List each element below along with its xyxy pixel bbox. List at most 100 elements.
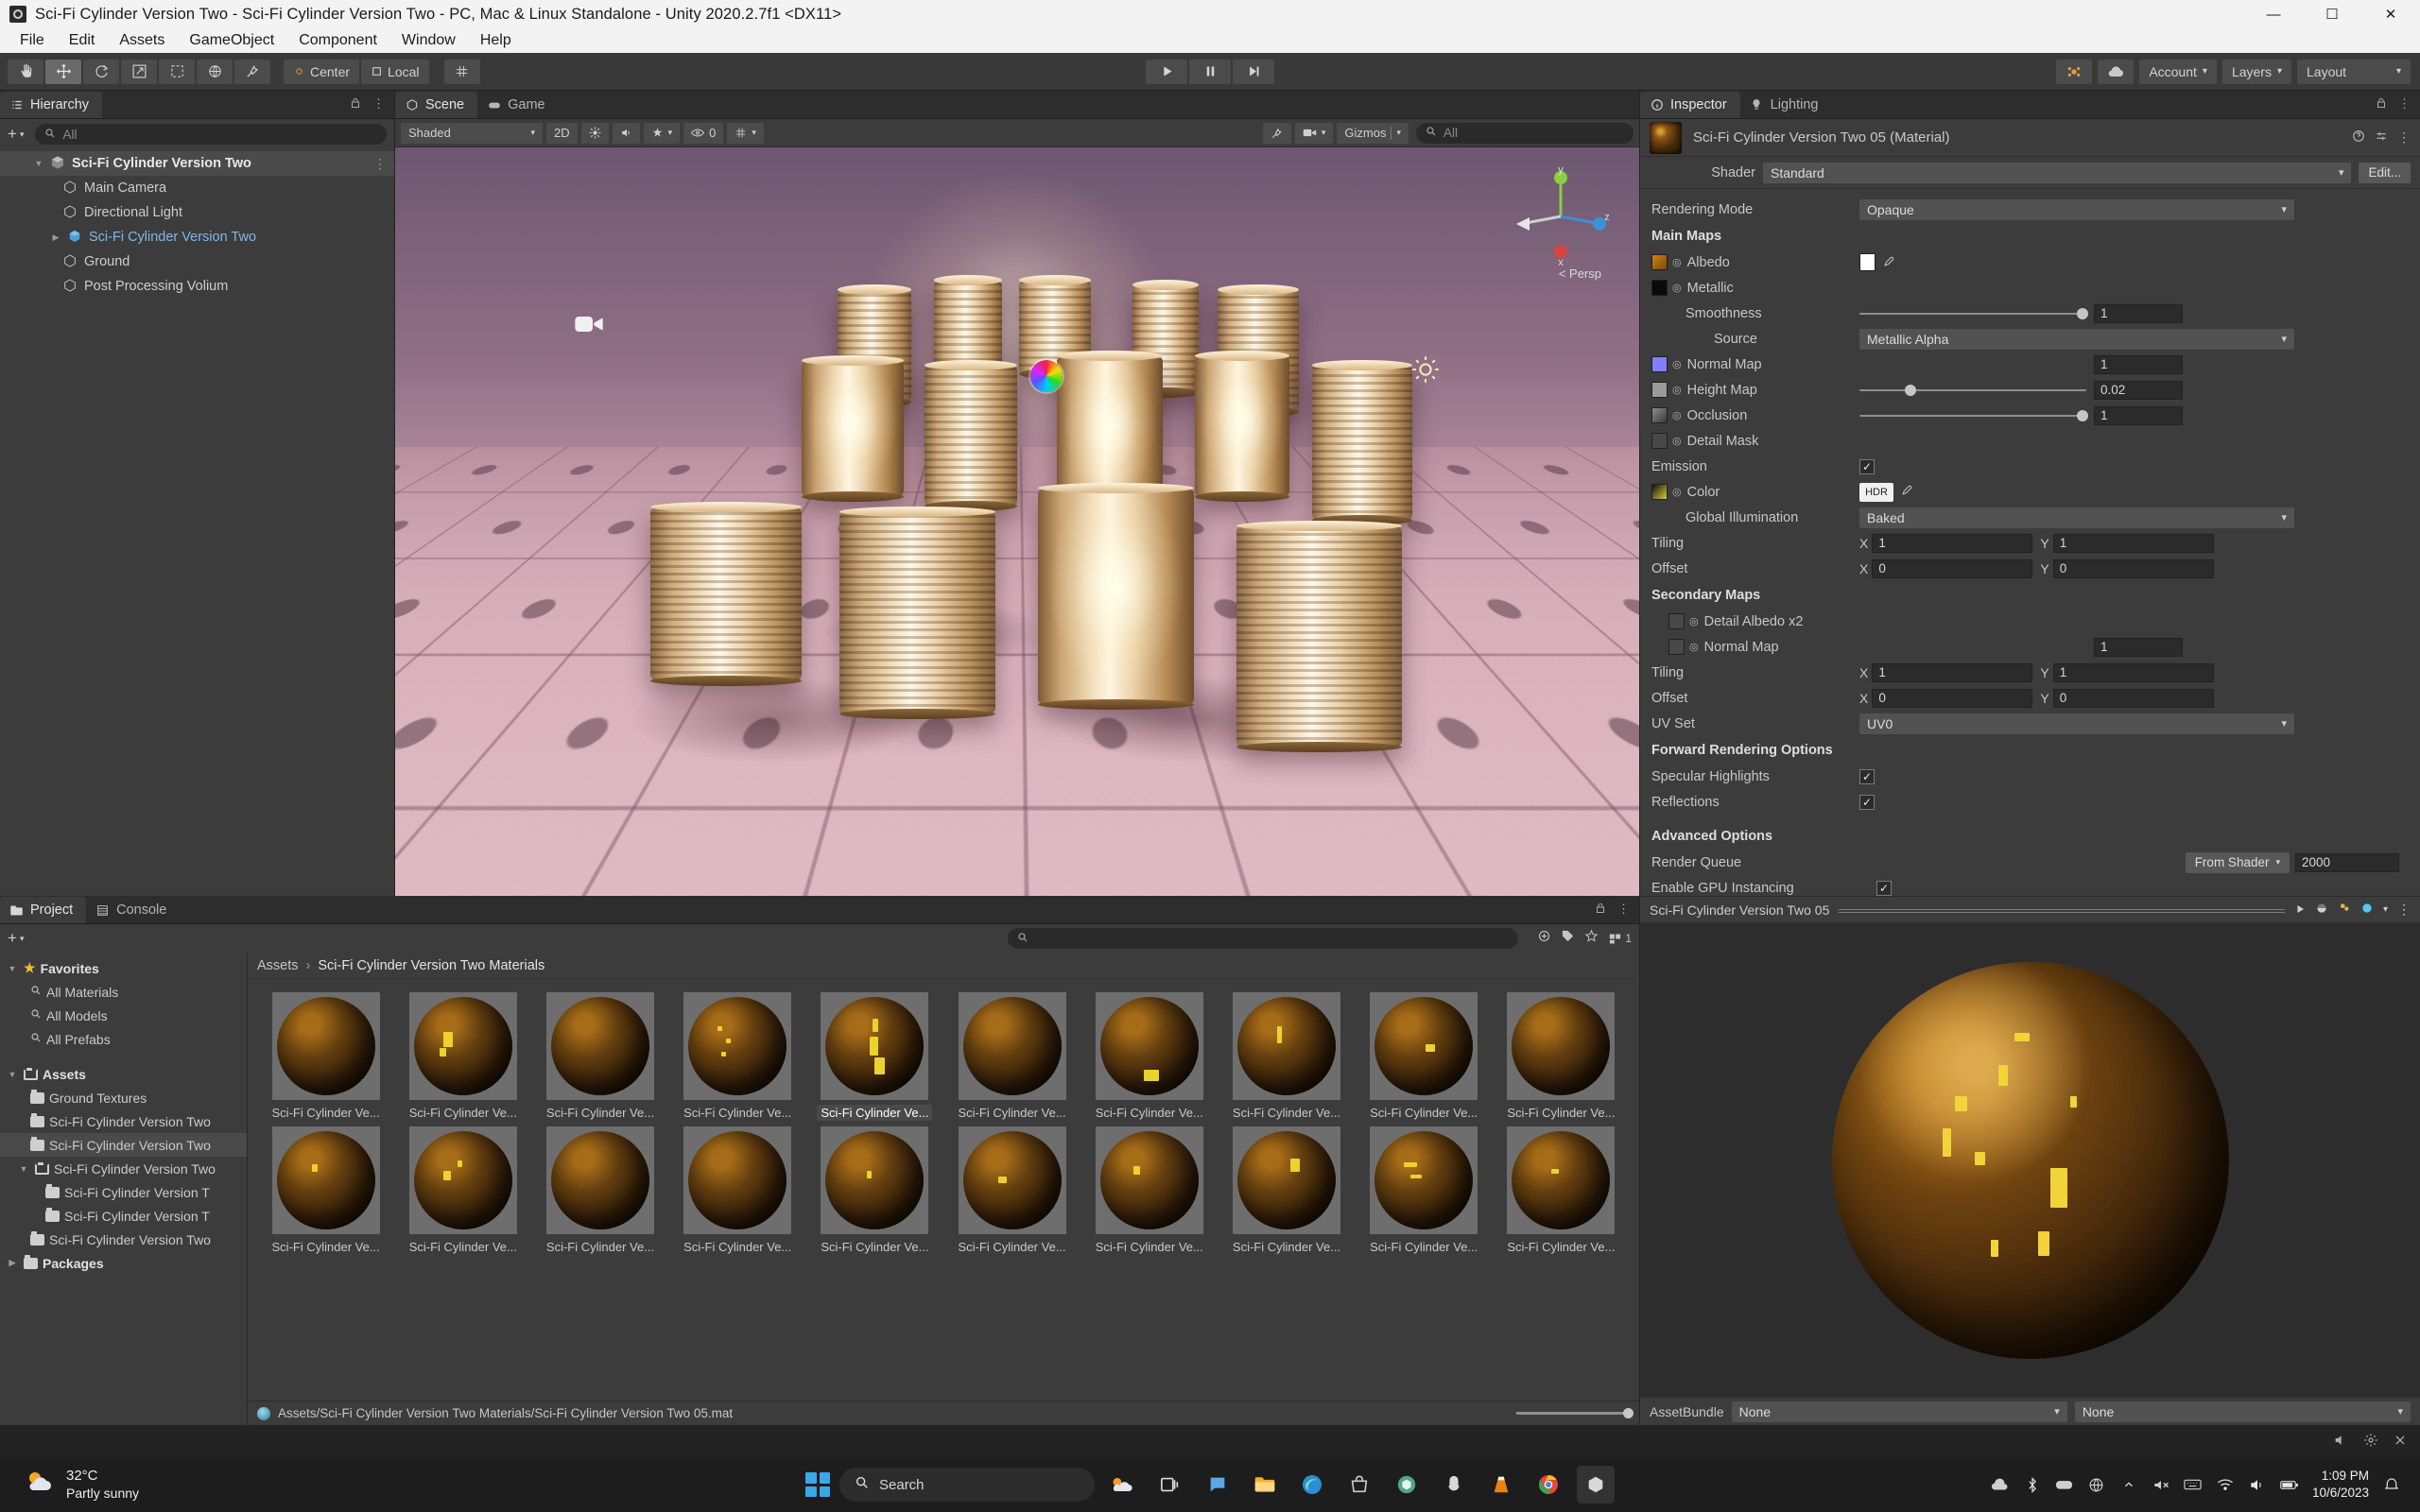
step-button[interactable] <box>1233 59 1274 84</box>
account-dropdown[interactable]: Account ▾ <box>2139 59 2217 84</box>
asset-item[interactable]: Sci-Fi Cylinder Ve... <box>1357 1126 1491 1255</box>
asset-item[interactable]: Sci-Fi Cylinder Ve... <box>396 1126 529 1255</box>
project-search-input[interactable] <box>1008 928 1519 949</box>
secondary-normal-map-value[interactable]: 1 <box>2094 637 2183 657</box>
chevron-right-icon[interactable]: ▶ <box>49 232 62 243</box>
chevron-right-icon[interactable]: ▶ <box>6 1258 19 1268</box>
hierarchy-item-main-camera[interactable]: Main Camera <box>0 176 394 200</box>
battery-icon[interactable] <box>2280 1475 2299 1494</box>
pivot-rotation-button[interactable]: Local <box>361 59 429 84</box>
project-add-button[interactable]: + ▾ <box>8 929 24 948</box>
play-button[interactable] <box>1146 59 1187 84</box>
specular-highlights-checkbox[interactable]: ✓ <box>1859 768 1875 784</box>
scene-projection-label[interactable]: < Persp <box>1559 266 1601 281</box>
scale-tool-button[interactable] <box>121 59 157 84</box>
component-menu-icon[interactable]: ⋮ <box>2397 129 2411 146</box>
menu-edit[interactable]: Edit <box>57 29 108 52</box>
detail-albedo-texture-slot[interactable] <box>1668 613 1685 629</box>
rect-tool-button[interactable] <box>159 59 195 84</box>
collab-icon[interactable] <box>2056 59 2093 84</box>
target-icon[interactable]: ◎ <box>1672 384 1682 396</box>
scene-cylinder[interactable] <box>925 360 1017 511</box>
project-tree-all-models[interactable]: All Models <box>0 1004 247 1027</box>
hierarchy-item-directional-light[interactable]: Directional Light <box>0 200 394 225</box>
preset-icon[interactable] <box>2375 129 2388 146</box>
start-button-icon[interactable] <box>805 1472 830 1497</box>
scene-fx-dropdown[interactable]: ▾ <box>643 122 681 144</box>
hierarchy-lock-icon[interactable] <box>350 96 361 112</box>
asset-item[interactable]: Sci-Fi Cylinder Ve... <box>259 992 392 1121</box>
eyedropper-icon[interactable] <box>1901 484 1913 500</box>
asset-item[interactable]: Sci-Fi Cylinder Ve... <box>1219 992 1353 1121</box>
draw-mode-dropdown[interactable]: Shaded ▾ <box>401 122 543 144</box>
bluetooth-icon[interactable] <box>2023 1475 2042 1494</box>
asset-item[interactable]: Sci-Fi Cylinder Ve... <box>671 992 804 1121</box>
taskbar-unity-editor-icon[interactable] <box>1577 1466 1615 1503</box>
project-tree-all-prefabs[interactable]: All Prefabs <box>0 1027 247 1051</box>
taskbar-taskview-icon[interactable] <box>1151 1466 1189 1503</box>
taskbar-clock[interactable]: 1:09 PM 10/6/2023 <box>2312 1468 2369 1502</box>
custom-tool-button[interactable] <box>234 59 270 84</box>
filter-star-icon[interactable] <box>1584 929 1599 948</box>
maximize-button[interactable]: ☐ <box>2303 0 2361 28</box>
tab-lighting[interactable]: Lighting <box>1740 92 1832 118</box>
scene-tools-icon[interactable] <box>1262 122 1291 144</box>
taskbar-chrome-icon[interactable] <box>1530 1466 1567 1503</box>
scene-lighting-toggle[interactable] <box>580 122 609 144</box>
tab-scene[interactable]: Scene <box>395 92 478 118</box>
asset-item[interactable]: Sci-Fi Cylinder Ve... <box>396 992 529 1121</box>
taskbar-edge-icon[interactable] <box>1293 1466 1331 1503</box>
project-tree-folder-1[interactable]: Sci-Fi Cylinder Version Two <box>0 1109 247 1133</box>
shader-dropdown[interactable]: Standard <box>1763 162 2352 183</box>
tab-project[interactable]: Project <box>0 897 87 923</box>
asset-item[interactable]: Sci-Fi Cylinder Ve... <box>945 1126 1079 1255</box>
tab-hierarchy[interactable]: Hierarchy <box>0 92 103 118</box>
chevron-up-icon[interactable] <box>2119 1475 2138 1494</box>
taskbar-unity-hub-icon[interactable] <box>1388 1466 1426 1503</box>
menu-assets[interactable]: Assets <box>107 29 177 52</box>
height-map-value[interactable]: 0.02 <box>2094 380 2183 400</box>
taskbar-chat-icon[interactable] <box>1199 1466 1236 1503</box>
project-tree-folder-materials[interactable]: Sci-Fi Cylinder Version Two <box>0 1133 247 1157</box>
pivot-mode-button[interactable]: Center <box>284 59 360 84</box>
cloud-icon[interactable] <box>2098 59 2135 84</box>
pause-button[interactable] <box>1189 59 1231 84</box>
taskbar-discord-icon[interactable] <box>1435 1466 1473 1503</box>
scene-audio-toggle[interactable] <box>612 122 640 144</box>
hierarchy-item-scene[interactable]: ▼ Sci-Fi Cylinder Version Two ⋮ <box>0 151 394 176</box>
scene-cylinder[interactable] <box>1236 521 1402 752</box>
albedo-color-swatch[interactable] <box>1859 253 1876 271</box>
target-icon[interactable]: ◎ <box>1672 282 1682 294</box>
assetbundle-variant-dropdown[interactable]: None <box>2074 1400 2411 1422</box>
global-illumination-dropdown[interactable]: Baked <box>1859 507 2294 528</box>
move-tool-button[interactable] <box>45 59 81 84</box>
hierarchy-item-post-processing[interactable]: Post Processing Volium <box>0 274 394 299</box>
hdr-color-field[interactable]: HDR <box>1859 482 1893 502</box>
taskbar-widgets-icon[interactable] <box>1104 1466 1142 1503</box>
tab-console[interactable]: Console <box>86 897 180 923</box>
filter-label-icon[interactable] <box>1561 929 1575 948</box>
occlusion-value[interactable]: 1 <box>2094 405 2183 425</box>
sec-offset-x-field[interactable]: 0 <box>1872 688 2033 708</box>
offset-x-field[interactable]: 0 <box>1872 558 2033 578</box>
hierarchy-search-input[interactable]: All <box>35 124 387 145</box>
hierarchy-item-prefab[interactable]: ▶ Sci-Fi Cylinder Version Two <box>0 225 394 249</box>
rendering-mode-dropdown[interactable]: Opaque <box>1859 198 2294 220</box>
target-icon[interactable]: ◎ <box>1689 615 1699 627</box>
scene-cylinder[interactable] <box>1038 483 1194 710</box>
grid-snap-button[interactable] <box>443 59 480 84</box>
scene-cylinder[interactable] <box>802 355 904 502</box>
reflections-checkbox[interactable]: ✓ <box>1859 794 1875 810</box>
normal-map-value[interactable]: 1 <box>2094 354 2183 374</box>
project-lock-icon[interactable] <box>1595 902 1606 918</box>
asset-item[interactable]: Sci-Fi Cylinder Ve... <box>1357 992 1491 1121</box>
layout-dropdown[interactable]: Layout ▾ <box>2297 59 2411 84</box>
scene-orientation-gizmo[interactable]: y z x <box>1509 164 1613 268</box>
filter-favorite-icon[interactable] <box>1537 929 1551 948</box>
taskbar-weather-widget[interactable]: 32°C Partly sunny <box>25 1468 139 1503</box>
emission-checkbox[interactable]: ✓ <box>1859 458 1875 474</box>
inspector-lock-icon[interactable] <box>2376 96 2387 112</box>
project-tree-folder-2[interactable]: Sci-Fi Cylinder Version Two <box>0 1228 247 1251</box>
scene-cylinder[interactable] <box>1195 351 1289 502</box>
assetbundle-dropdown[interactable]: None <box>1731 1400 2067 1422</box>
